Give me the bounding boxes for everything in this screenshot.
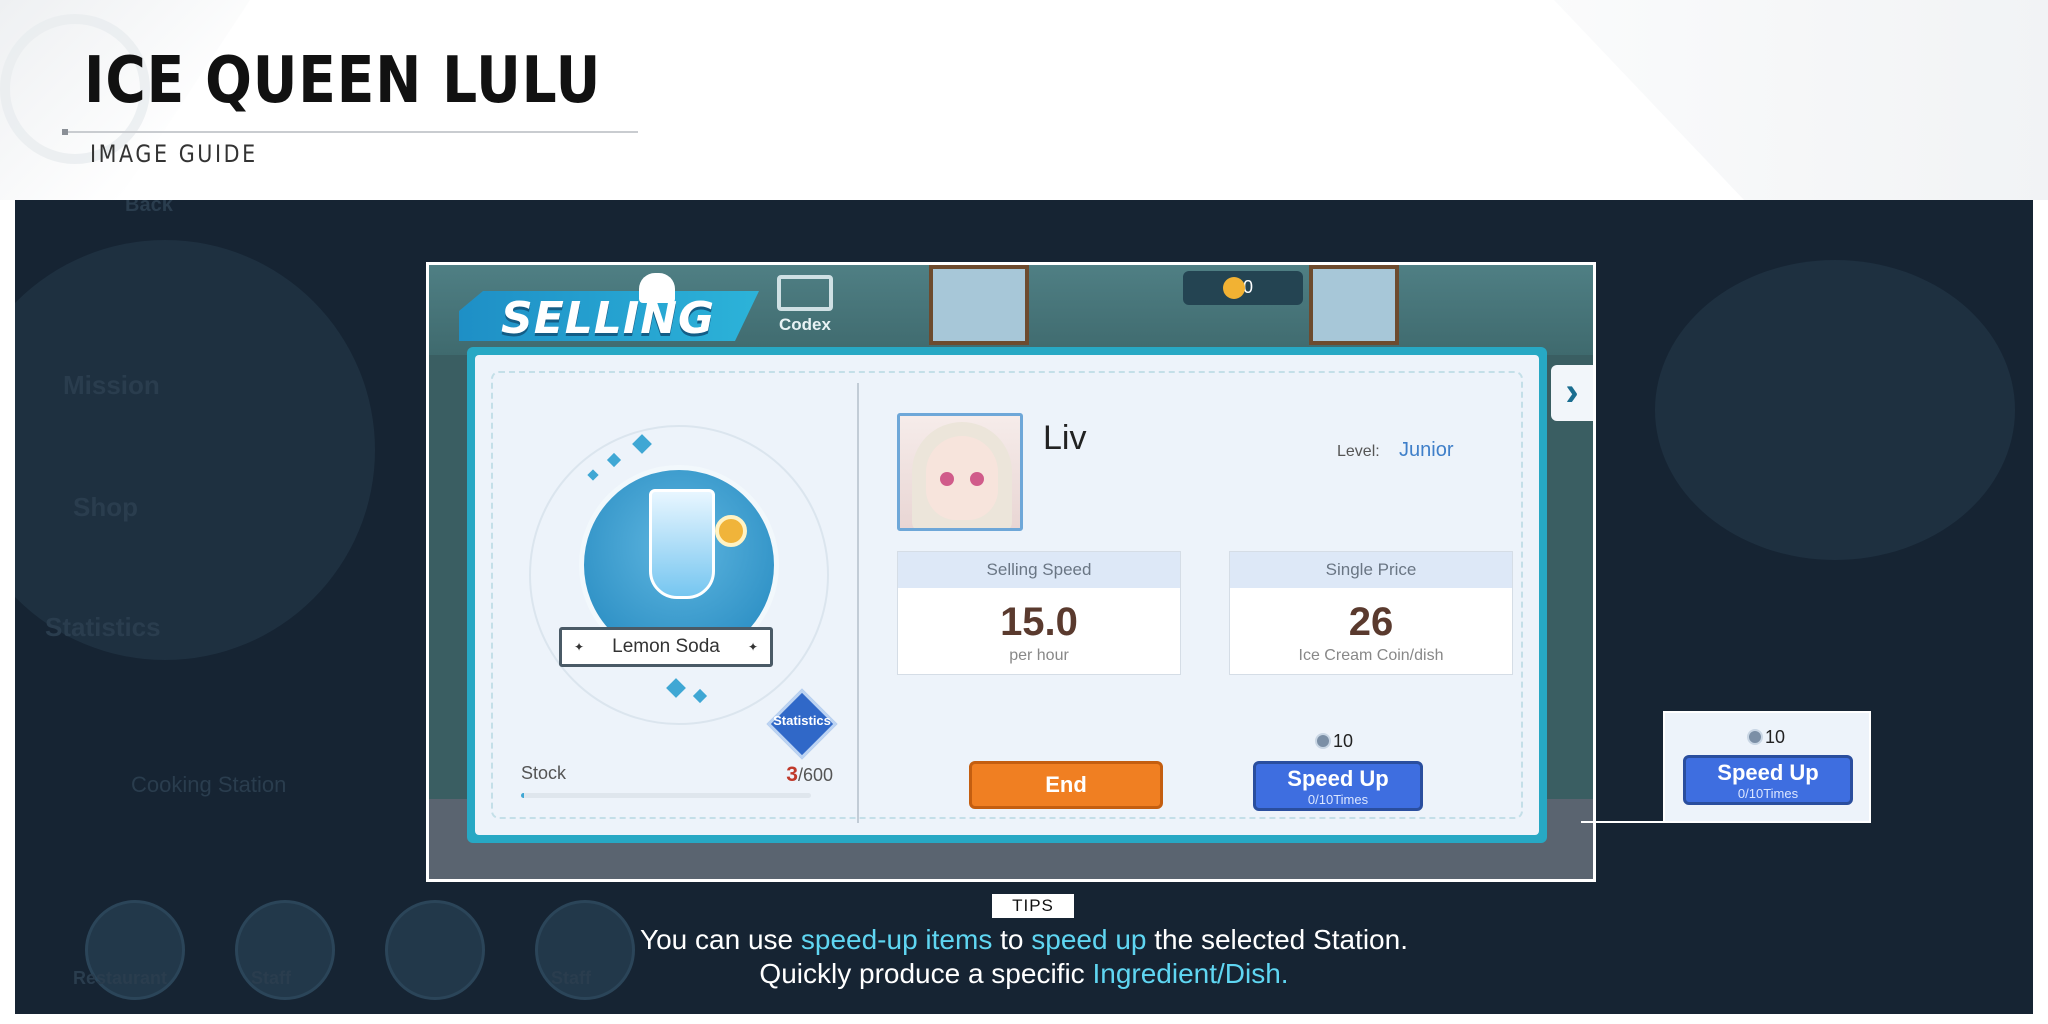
next-station-button[interactable]: ›	[1551, 365, 1593, 421]
single-price-label: Single Price	[1230, 552, 1512, 588]
dish-name: Lemon Soda	[612, 636, 720, 657]
tips-highlight: speed-up items	[800, 924, 993, 955]
avatar-face	[926, 436, 998, 520]
speed-up-item-icon	[1315, 733, 1331, 749]
tips-text: You can use	[640, 924, 801, 955]
page-subtitle: IMAGE GUIDE	[90, 140, 258, 168]
tips-text: Quickly produce a specific	[759, 958, 1093, 989]
header-decoration-right	[1554, 0, 2048, 200]
staff-section: Liv Level: Junior Selling Speed 15.0 per…	[879, 379, 1519, 831]
ghost-label-cooking-station: Cooking Station	[131, 772, 287, 797]
selling-speed-label: Selling Speed	[898, 552, 1180, 588]
speed-up-button[interactable]: Speed Up 0/10Times	[1253, 761, 1423, 811]
speed-up-label: Speed Up	[1287, 766, 1389, 791]
selling-speed-card: Selling Speed 15.0 per hour	[897, 551, 1181, 675]
coin-counter: 0	[1183, 271, 1303, 305]
avatar[interactable]	[897, 413, 1023, 531]
speed-up-cost: 10	[1315, 731, 1353, 752]
coin-count: 0	[1243, 277, 1254, 297]
stock-label: Stock	[521, 763, 567, 783]
dish-section: Lemon Soda Statistics Stock 3/600	[499, 379, 855, 831]
guide-page: ICE QUEEN LULU IMAGE GUIDE Back Mission …	[0, 0, 2048, 1024]
avatar-eye	[970, 472, 984, 486]
callout-cost: 10	[1747, 727, 1785, 748]
background-shape	[15, 240, 375, 660]
title-underline	[64, 131, 638, 133]
ghost-label-back: Back	[125, 200, 173, 216]
single-price-unit: Ice Cream Coin/dish	[1298, 647, 1444, 664]
selling-speed-value: 15.0	[1000, 600, 1078, 644]
ghost-label-shop: Shop	[73, 492, 138, 522]
selling-panel-body: Lemon Soda Statistics Stock 3/600	[475, 355, 1539, 835]
speed-up-times: 0/10Times	[1307, 792, 1369, 807]
tips-text: the selected Station.	[1146, 924, 1408, 955]
callout-speed-up-button[interactable]: Speed Up 0/10Times	[1683, 755, 1853, 805]
game-stage: Back Mission Shop Statistics Cooking Sta…	[15, 200, 2033, 1014]
background-shape	[1655, 260, 2015, 560]
selling-title: SELLING	[501, 293, 716, 344]
speed-up-item-icon	[1747, 729, 1763, 745]
codex-button[interactable]: Codex	[769, 273, 841, 343]
callout-speed-up-label: Speed Up	[1717, 760, 1819, 785]
book-icon	[777, 275, 833, 311]
lemon-slice-icon	[715, 515, 747, 547]
soda-glass-icon	[649, 489, 715, 599]
end-button[interactable]: End	[969, 761, 1163, 809]
tips-text: to	[992, 924, 1032, 955]
tips-line-2: Quickly produce a specific Ingredient/Di…	[15, 958, 2033, 990]
ghost-label-statistics: Statistics	[45, 612, 161, 642]
tips-highlight: Ingredient/Dish.	[1092, 958, 1289, 989]
level-label: Level:	[1337, 443, 1380, 460]
game-screenshot: 0 SELLING Codex › ✦ Lemon Soda ✦ Statist…	[426, 262, 1596, 882]
ghost-label-mission: Mission	[63, 370, 160, 400]
speed-up-callout: 10 Speed Up 0/10Times	[1663, 711, 1871, 823]
statistics-label: Statistics	[773, 713, 831, 728]
callout-connector	[1581, 821, 1663, 823]
single-price-value: 26	[1348, 600, 1394, 644]
tips-highlight: speed up	[1031, 924, 1147, 955]
stock-current: 3	[786, 763, 798, 786]
selling-panel: Lemon Soda Statistics Stock 3/600	[467, 347, 1547, 843]
single-price-card: Single Price 26 Ice Cream Coin/dish	[1229, 551, 1513, 675]
speed-up-cost-value: 10	[1333, 731, 1354, 751]
stock-value: 3/600	[786, 763, 833, 787]
chevron-right-icon: ›	[1565, 370, 1579, 414]
restaurant-window	[1309, 265, 1399, 345]
restaurant-window	[929, 265, 1029, 345]
title-underline-dot	[62, 129, 68, 135]
selling-speed-unit: per hour	[1009, 647, 1069, 664]
codex-label: Codex	[779, 315, 831, 334]
panel-divider	[857, 383, 859, 823]
tips-line-1: You can use speed-up items to speed up t…	[15, 924, 2033, 956]
callout-cost-value: 10	[1765, 727, 1786, 747]
dish-name-label: Lemon Soda	[559, 627, 773, 667]
character-name: Liv	[1043, 419, 1087, 457]
page-title: ICE QUEEN LULU	[84, 44, 602, 118]
stock-max: /600	[797, 765, 833, 785]
selling-header: SELLING Codex	[459, 273, 833, 347]
stock-progress-fill	[521, 793, 524, 798]
avatar-eye	[940, 472, 954, 486]
callout-speed-up-times: 0/10Times	[1737, 786, 1799, 801]
tips-badge: TIPS	[992, 894, 1074, 918]
stock-progress-bar	[521, 793, 811, 798]
level-value: Junior	[1399, 439, 1454, 461]
